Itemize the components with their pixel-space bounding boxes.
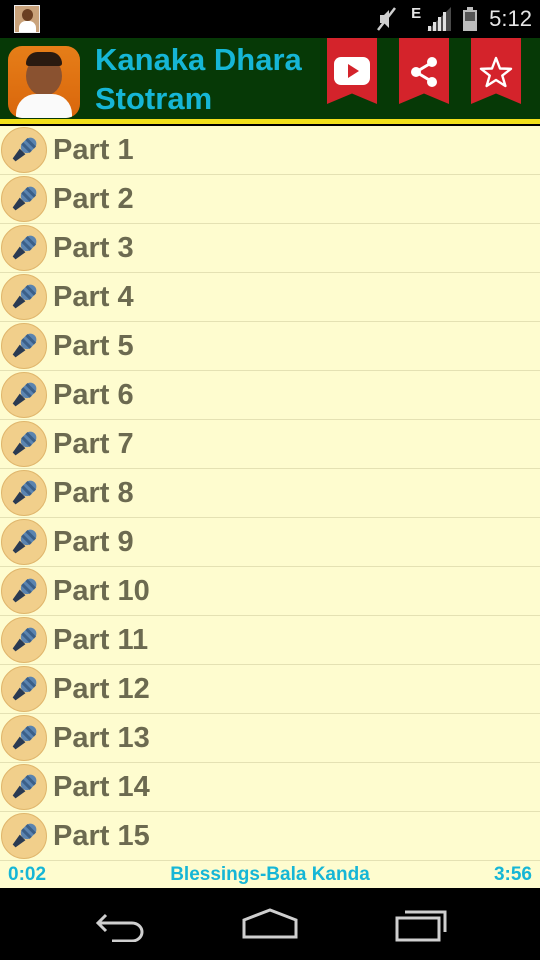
list-item-label: Part 1 <box>53 133 134 166</box>
list-item-label: Part 7 <box>53 427 134 460</box>
recent-apps-button[interactable] <box>393 906 449 947</box>
microphone-icon <box>1 274 47 320</box>
microphone-icon <box>1 421 47 467</box>
microphone-icon <box>1 519 47 565</box>
list-item-label: Part 10 <box>53 574 150 607</box>
back-button[interactable] <box>92 906 148 947</box>
signal-icon <box>427 7 452 31</box>
navigation-bar <box>0 888 540 960</box>
star-icon <box>479 56 513 88</box>
clock: 5:12 <box>489 6 532 31</box>
share-button[interactable] <box>399 38 449 104</box>
list-item[interactable]: Part 15 <box>0 812 540 861</box>
list-item[interactable]: Part 8 <box>0 469 540 518</box>
home-button[interactable] <box>241 906 299 947</box>
microphone-icon <box>1 813 47 859</box>
app-header: Kanaka Dhara Stotram <box>0 38 540 124</box>
favorite-button[interactable] <box>471 38 521 104</box>
battery-icon <box>463 7 478 31</box>
list-item-label: Part 14 <box>53 770 150 803</box>
status-bar: E 5:12 <box>0 0 540 38</box>
network-type: E <box>411 4 422 22</box>
list-item[interactable]: Part 9 <box>0 518 540 567</box>
list-item[interactable]: Part 1 <box>0 126 540 175</box>
list-item-label: Part 12 <box>53 672 150 705</box>
list-item-label: Part 3 <box>53 231 134 264</box>
microphone-icon <box>1 176 47 222</box>
list-item[interactable]: Part 4 <box>0 273 540 322</box>
list-item-label: Part 2 <box>53 182 134 215</box>
list-item[interactable]: Part 3 <box>0 224 540 273</box>
microphone-icon <box>1 470 47 516</box>
back-icon <box>95 913 144 943</box>
app-title: Kanaka Dhara Stotram <box>95 42 302 116</box>
list-item[interactable]: Part 6 <box>0 371 540 420</box>
list-item[interactable]: Part 2 <box>0 175 540 224</box>
avatar <box>8 46 80 118</box>
microphone-icon <box>1 666 47 712</box>
microphone-icon <box>1 372 47 418</box>
list-item[interactable]: Part 14 <box>0 763 540 812</box>
microphone-icon <box>1 127 47 173</box>
list-item-label: Part 4 <box>53 280 134 313</box>
microphone-icon <box>1 715 47 761</box>
youtube-icon <box>334 57 370 85</box>
microphone-icon <box>1 323 47 369</box>
list-item[interactable]: Part 7 <box>0 420 540 469</box>
microphone-icon <box>1 568 47 614</box>
list-item-label: Part 8 <box>53 476 134 509</box>
list-item[interactable]: Part 13 <box>0 714 540 763</box>
microphone-icon <box>1 764 47 810</box>
list-item-label: Part 5 <box>53 329 134 362</box>
list-item[interactable]: Part 11 <box>0 616 540 665</box>
header-divider <box>0 119 540 124</box>
parts-list[interactable]: Part 1 Part 2 Part 3 Part 4 Part 5 Part … <box>0 126 540 862</box>
mute-icon <box>377 7 397 31</box>
duration: 3:56 <box>493 864 532 885</box>
share-icon <box>411 57 437 87</box>
list-item-label: Part 6 <box>53 378 134 411</box>
player-bar[interactable]: 0:02 Blessings-Bala Kanda 3:56 <box>0 862 540 888</box>
recent-apps-icon <box>395 910 447 942</box>
list-item-label: Part 15 <box>53 819 150 852</box>
list-item-label: Part 13 <box>53 721 150 754</box>
list-item[interactable]: Part 12 <box>0 665 540 714</box>
home-icon <box>242 908 298 939</box>
list-item-label: Part 9 <box>53 525 134 558</box>
list-item[interactable]: Part 5 <box>0 322 540 371</box>
microphone-icon <box>1 225 47 271</box>
microphone-icon <box>1 617 47 663</box>
list-item-label: Part 11 <box>53 623 149 656</box>
list-item[interactable]: Part 10 <box>0 567 540 616</box>
app-notification-icon <box>14 5 40 33</box>
youtube-button[interactable] <box>327 38 377 104</box>
track-title: Blessings-Bala Kanda <box>170 864 370 885</box>
status-icons: E 5:12 <box>375 0 532 38</box>
